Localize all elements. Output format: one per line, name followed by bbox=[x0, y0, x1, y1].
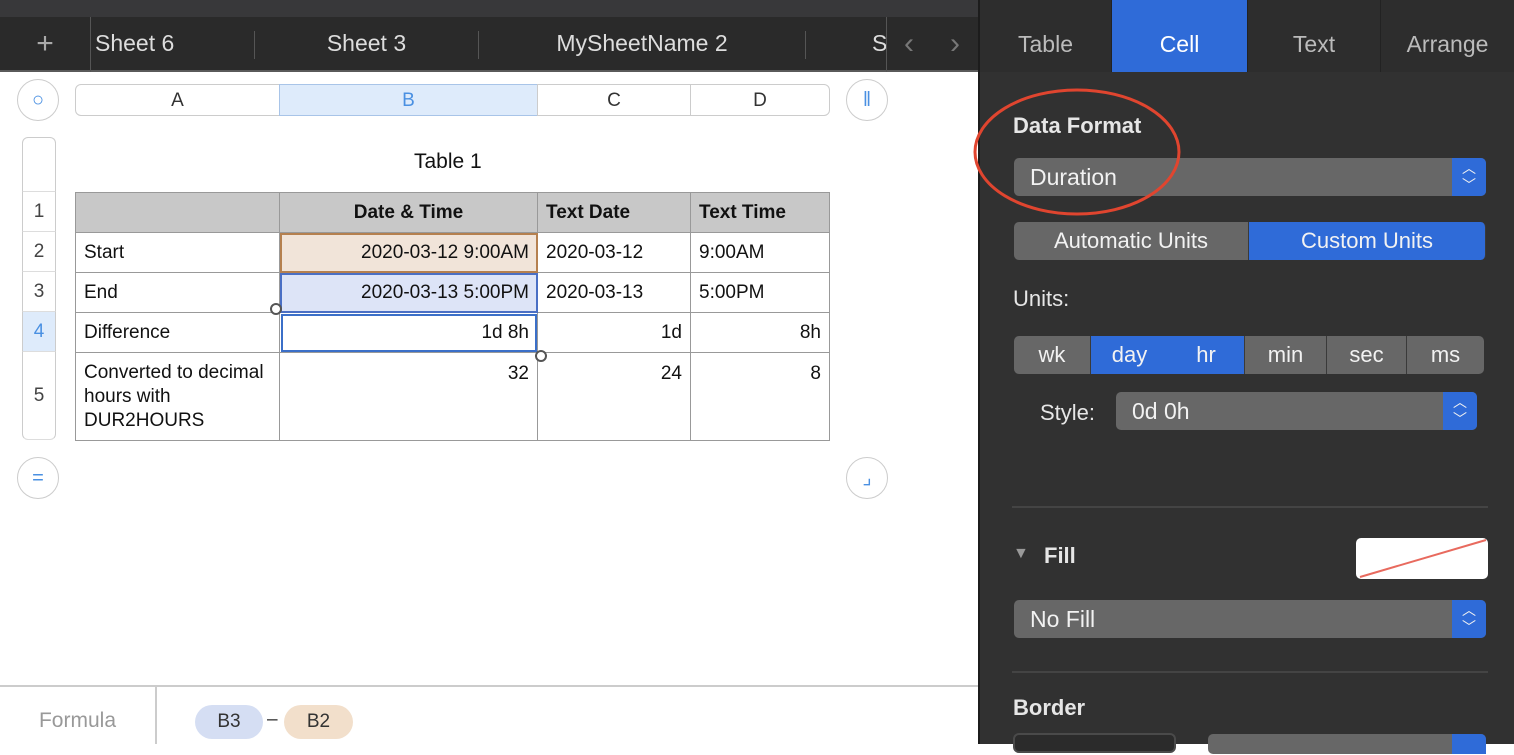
cell[interactable]: Text Time bbox=[690, 192, 830, 233]
cell[interactable]: 8h bbox=[690, 312, 830, 353]
column-header-d[interactable]: D bbox=[690, 84, 830, 116]
column-header-b[interactable]: B bbox=[279, 84, 538, 116]
selected-cell[interactable]: 1d 8h bbox=[279, 312, 538, 353]
cell[interactable]: 1d bbox=[537, 312, 691, 353]
cell[interactable]: Converted to decimal hours with DUR2HOUR… bbox=[75, 352, 280, 441]
add-column-handle[interactable]: ‖ bbox=[846, 79, 888, 121]
data-table: Date & Time Text Date Text Time Start 20… bbox=[75, 192, 830, 441]
unit-wk[interactable]: wk bbox=[1014, 336, 1091, 374]
chevron-updown-icon: ︿ ﹀ bbox=[1443, 392, 1477, 430]
selection-handle[interactable] bbox=[270, 303, 282, 315]
unit-ms[interactable]: ms bbox=[1407, 336, 1484, 374]
row-header[interactable]: 3 bbox=[22, 272, 56, 312]
tab-table[interactable]: Table bbox=[980, 0, 1112, 72]
resize-table-handle[interactable]: ⌟ bbox=[846, 457, 888, 499]
automatic-units-button[interactable]: Automatic Units bbox=[1014, 222, 1249, 260]
cell[interactable]: 24 bbox=[537, 352, 691, 441]
unit-sec[interactable]: sec bbox=[1327, 336, 1407, 374]
cell[interactable]: 2020-03-13 bbox=[537, 272, 691, 313]
fill-label: Fill bbox=[1044, 543, 1076, 568]
formula-label: Formula bbox=[0, 687, 157, 744]
border-style-button[interactable] bbox=[1013, 733, 1176, 753]
style-select[interactable]: 0d 0h ︿ ﹀ bbox=[1116, 392, 1477, 430]
unit-hr[interactable]: hr bbox=[1168, 336, 1245, 374]
custom-units-button[interactable]: Custom Units bbox=[1249, 222, 1486, 260]
formula-token-b2[interactable]: B2 bbox=[284, 705, 353, 739]
tab-arrange[interactable]: Arrange bbox=[1381, 0, 1514, 72]
cell[interactable] bbox=[75, 192, 280, 233]
cell[interactable]: 2020-03-12 bbox=[537, 232, 691, 273]
selection-handle[interactable] bbox=[535, 350, 547, 362]
chevron-updown-icon: ︿ ﹀ bbox=[1452, 158, 1486, 196]
tab-text[interactable]: Text bbox=[1248, 0, 1381, 72]
table-title: Table 1 bbox=[414, 150, 482, 173]
cell[interactable]: 5:00PM bbox=[690, 272, 830, 313]
row-header[interactable]: 1 bbox=[22, 192, 56, 232]
units-label: Units: bbox=[1013, 286, 1070, 311]
cell[interactable]: Text Date bbox=[537, 192, 691, 233]
annotation-circle bbox=[973, 88, 1181, 216]
plus-icon[interactable]: + bbox=[0, 17, 90, 70]
cell[interactable]: 9:00AM bbox=[690, 232, 830, 273]
cell[interactable]: End bbox=[75, 272, 280, 313]
chevron-updown-icon: ︿ ﹀ bbox=[1452, 600, 1486, 638]
formula-token-b3[interactable]: B3 bbox=[195, 705, 263, 739]
chevron-right-icon[interactable]: › bbox=[938, 17, 972, 70]
cell[interactable]: Date & Time bbox=[279, 192, 538, 233]
row-header[interactable]: 5 bbox=[22, 352, 56, 440]
fill-select[interactable]: No Fill ︿ ﹀ bbox=[1014, 600, 1486, 638]
formula-operator: – bbox=[267, 709, 278, 730]
column-header-a[interactable]: A bbox=[75, 84, 280, 116]
add-row-handle[interactable]: = bbox=[17, 457, 59, 499]
style-label: Style: bbox=[1040, 400, 1096, 425]
row-header[interactable]: 4 bbox=[22, 312, 56, 352]
tab-cell[interactable]: Cell bbox=[1112, 0, 1248, 72]
cell[interactable]: Start bbox=[75, 232, 280, 273]
sheet-tab[interactable]: S bbox=[872, 17, 886, 70]
row-header[interactable]: 2 bbox=[22, 232, 56, 272]
chevron-left-icon[interactable]: ‹ bbox=[892, 17, 926, 70]
cell[interactable]: 2020-03-12 9:00AM bbox=[279, 232, 538, 273]
divider bbox=[1012, 506, 1488, 508]
formula-bar[interactable]: Formula B3 – B2 bbox=[0, 685, 978, 744]
cell[interactable]: Difference bbox=[75, 312, 280, 353]
sheet-tab[interactable]: Sheet 3 bbox=[255, 17, 478, 70]
style-value: 0d 0h bbox=[1132, 398, 1190, 424]
column-header-c[interactable]: C bbox=[537, 84, 691, 116]
unit-min[interactable]: min bbox=[1245, 336, 1327, 374]
cell[interactable]: 32 bbox=[279, 352, 538, 441]
border-label: Border bbox=[1013, 695, 1086, 720]
disclosure-triangle-icon[interactable]: ▼ bbox=[1013, 545, 1029, 563]
sheet-tab-bar: + Sheet 6 Sheet 3 MySheetName 2 S ‹ › bbox=[0, 17, 980, 72]
row-header-corner bbox=[22, 137, 56, 192]
window-top-strip bbox=[0, 0, 980, 17]
cell[interactable]: 2020-03-13 5:00PM bbox=[279, 272, 538, 313]
border-select[interactable] bbox=[1208, 734, 1486, 754]
sheet-tab[interactable]: Sheet 6 bbox=[95, 17, 174, 70]
cell[interactable]: 8 bbox=[690, 352, 830, 441]
fill-value: No Fill bbox=[1030, 606, 1096, 632]
divider bbox=[1012, 671, 1488, 673]
select-table-button[interactable]: ○ bbox=[17, 79, 59, 121]
fill-color-swatch[interactable] bbox=[1356, 538, 1488, 579]
sheet-tab[interactable]: MySheetName 2 bbox=[479, 17, 805, 70]
unit-day[interactable]: day bbox=[1091, 336, 1168, 374]
